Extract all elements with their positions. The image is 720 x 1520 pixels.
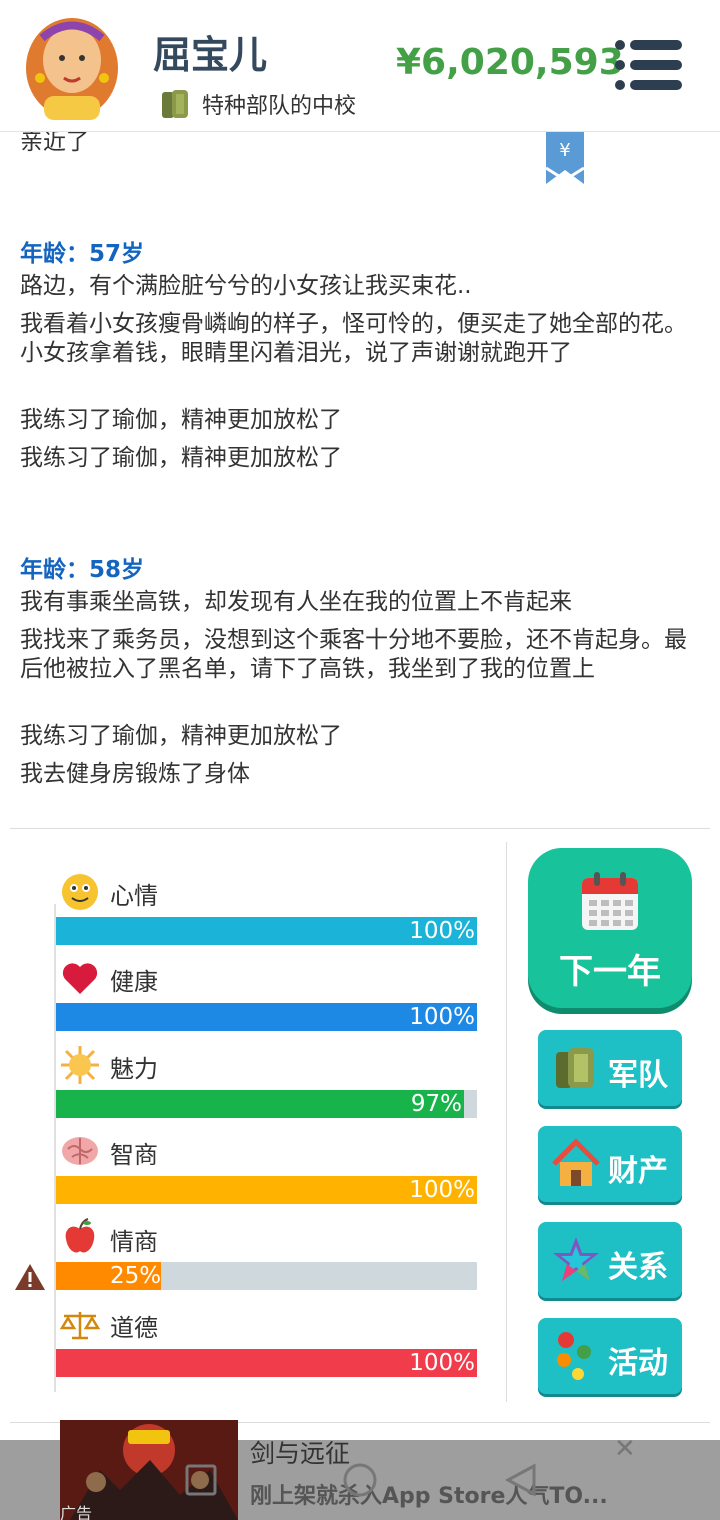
- stat-value: 100%: [409, 1177, 475, 1203]
- stat-bar-mood: 100%: [56, 917, 477, 945]
- star-icon: [553, 1237, 599, 1281]
- log-line: 我练习了瑜伽，精神更加放松了: [20, 445, 342, 471]
- army-icon: [556, 1048, 594, 1088]
- army-label: 军队: [608, 1058, 668, 1093]
- log-line: 我有事乘坐高铁，却发现有人坐在我的位置上不肯起来: [20, 589, 572, 615]
- army-rank-icon: [162, 90, 188, 118]
- stat-value: 100%: [409, 1350, 475, 1376]
- stat-value: 100%: [409, 918, 475, 944]
- stat-value: 97%: [410, 1091, 462, 1117]
- stat-value: 25%: [110, 1263, 162, 1289]
- stat-bar-charm: 97%: [56, 1090, 477, 1118]
- svg-text:¥: ¥: [559, 140, 570, 161]
- ad-description: 刚上架就杀入App Store人气TO...: [250, 1484, 608, 1509]
- activities-icon: [557, 1332, 591, 1380]
- recent-apps-icon[interactable]: [184, 1462, 218, 1498]
- calendar-icon: [582, 872, 638, 930]
- stats-axis: [54, 904, 56, 1392]
- age-heading: 年龄：58岁: [20, 557, 145, 583]
- stat-label-morality: 道德: [110, 1314, 158, 1342]
- back-icon[interactable]: [504, 1462, 538, 1498]
- stat-label-iq: 智商: [110, 1141, 158, 1169]
- activities-label: 活动: [608, 1346, 668, 1381]
- money-bookmark-icon[interactable]: ¥: [546, 132, 584, 184]
- age-heading: 年龄：57岁: [20, 241, 145, 267]
- log-line: 亲近了: [20, 132, 89, 155]
- property-label: 财产: [608, 1154, 668, 1189]
- stat-bar-eq: 25%: [56, 1262, 477, 1290]
- home-icon[interactable]: [342, 1462, 378, 1498]
- stat-value: 100%: [409, 1004, 475, 1030]
- stat-label-eq: 情商: [110, 1228, 158, 1256]
- life-log[interactable]: 亲近了 ¥ 年龄：57岁 路边，有个满脸脏兮兮的小女孩让我买束花.. 我看着小女…: [0, 132, 720, 828]
- vertical-separator: [506, 842, 507, 1402]
- house-icon: [552, 1138, 600, 1186]
- ad-tag: 广告: [60, 1504, 93, 1520]
- log-line: 路边，有个满脸脏兮兮的小女孩让我买束花..: [20, 273, 472, 299]
- brain-icon: [62, 1137, 98, 1165]
- log-line: 我看着小女孩瘦骨嶙峋的样子，怪可怜的，便买走了她全部的花。小女孩拿着钱，眼睛里闪…: [20, 311, 687, 366]
- divider: [10, 828, 710, 829]
- avatar[interactable]: [22, 8, 122, 120]
- stat-label-mood: 心情: [110, 882, 158, 910]
- close-icon[interactable]: ✕: [614, 1436, 640, 1462]
- log-line: 我找来了乘务员，没想到这个乘客十分地不要脸，还不肯起身。最后他被拉入了黑名单，请…: [20, 627, 687, 682]
- stat-label-health: 健康: [110, 968, 158, 996]
- rank-row: 特种部队的中校: [158, 86, 356, 122]
- stat-bar-morality: 100%: [56, 1349, 477, 1377]
- activities-button[interactable]: 活动: [538, 1318, 682, 1394]
- player-name: 屈宝儿: [153, 33, 268, 77]
- warning-icon: [15, 1264, 45, 1290]
- log-line: 我练习了瑜伽，精神更加放松了: [20, 407, 342, 433]
- next-year-button[interactable]: 下一年: [528, 848, 692, 1008]
- army-button[interactable]: 军队: [538, 1030, 682, 1106]
- menu-icon[interactable]: [614, 38, 684, 92]
- sun-icon: [61, 1046, 99, 1084]
- log-line: 我去健身房锻炼了身体: [20, 761, 250, 787]
- ad-title: 剑与远征: [250, 1439, 351, 1468]
- apple-icon: [65, 1218, 95, 1253]
- relations-label: 关系: [608, 1250, 668, 1285]
- smiley-icon: [62, 874, 98, 910]
- stat-bar-iq: 100%: [56, 1176, 477, 1204]
- stat-bar-health: 100%: [56, 1003, 477, 1031]
- property-button[interactable]: 财产: [538, 1126, 682, 1202]
- money-balance: ¥6,020,593: [396, 42, 624, 83]
- stat-label-charm: 魅力: [110, 1055, 158, 1083]
- relations-button[interactable]: 关系: [538, 1222, 682, 1298]
- scales-icon: [60, 1312, 100, 1340]
- log-line: 我练习了瑜伽，精神更加放松了: [20, 723, 342, 749]
- heart-icon: [62, 963, 98, 994]
- next-year-label: 下一年: [559, 952, 661, 992]
- rank-title: 特种部队的中校: [202, 94, 357, 119]
- top-bar: 屈宝儿 特种部队的中校 ¥6,020,593: [0, 0, 720, 132]
